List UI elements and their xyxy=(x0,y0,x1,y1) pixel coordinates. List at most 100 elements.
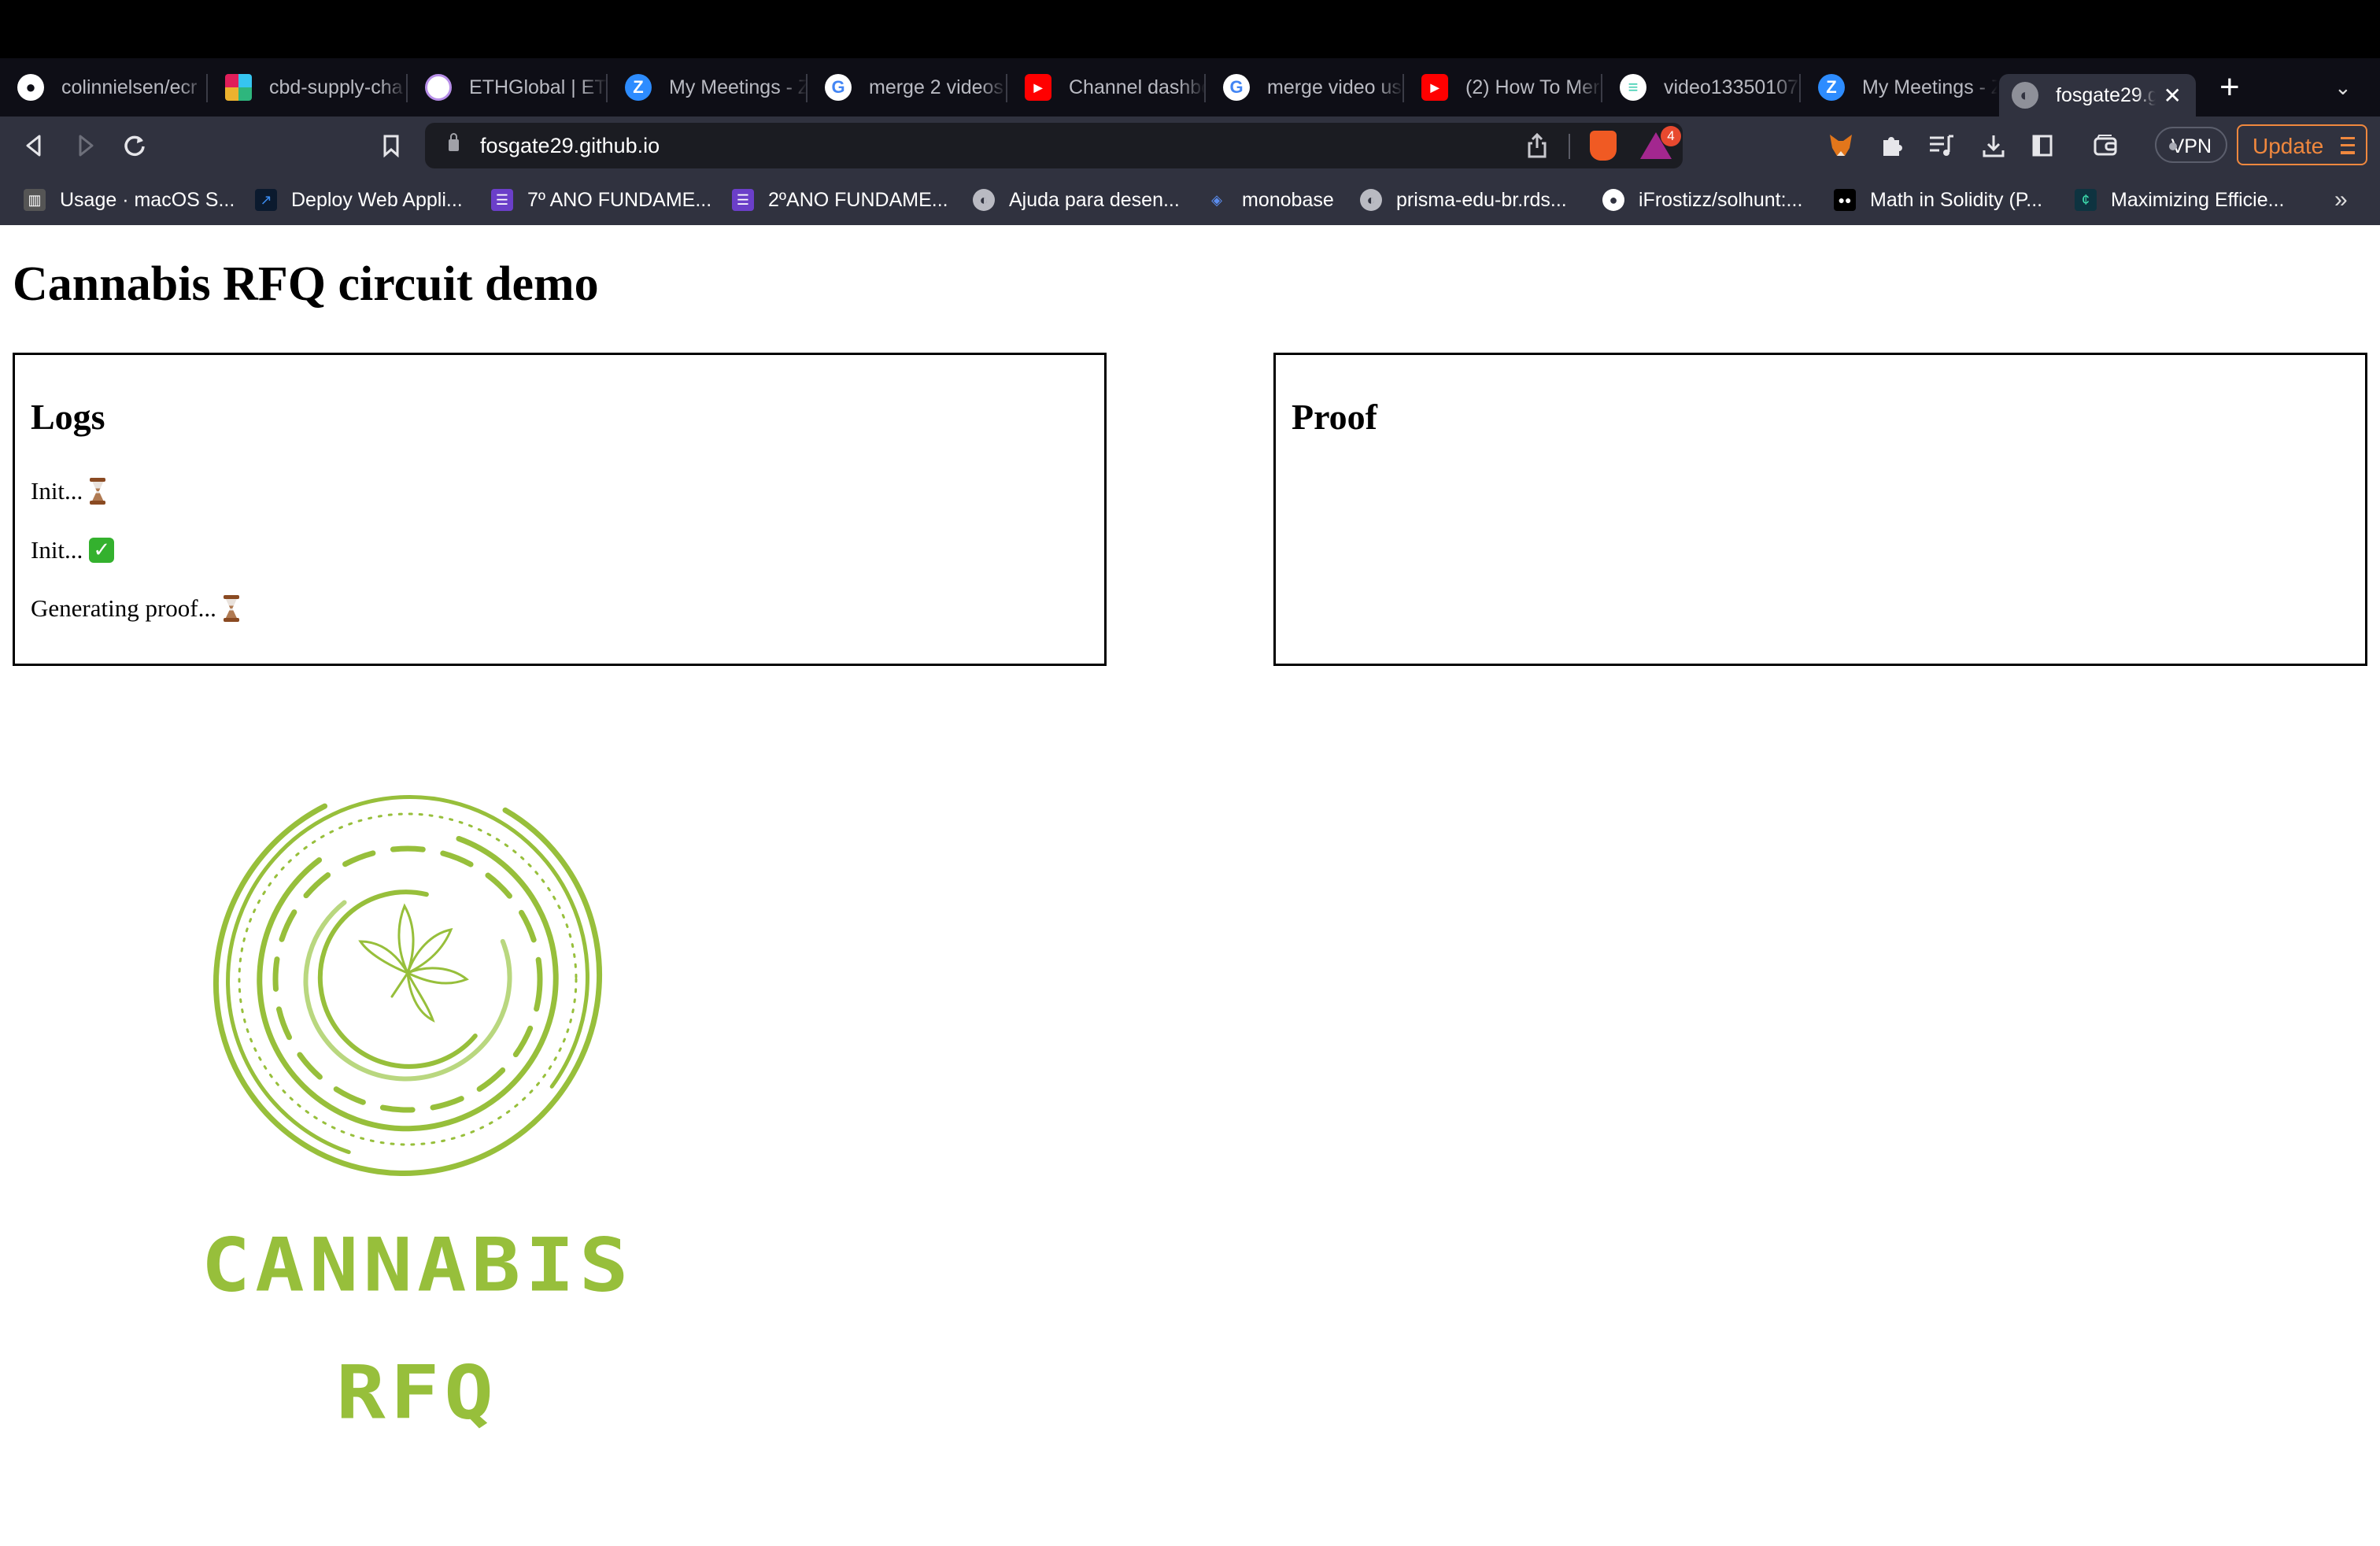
proof-heading: Proof xyxy=(1292,397,1378,437)
tab[interactable]: Z My Meetings - Z xyxy=(1801,58,1998,117)
update-button[interactable]: Update xyxy=(2237,124,2367,165)
tab[interactable]: G merge video usi xyxy=(1206,58,1404,117)
rocket-icon: ↗ xyxy=(255,189,277,211)
close-tab-icon[interactable]: ✕ xyxy=(2164,83,2182,109)
tab-title: cbd-supply-cha xyxy=(269,76,403,98)
globe-icon: ◐ xyxy=(973,189,995,211)
bookmark-item[interactable]: ☰ 7º ANO FUNDAME... xyxy=(491,175,711,225)
bookmark-item[interactable]: ▥ Usage · macOS S... xyxy=(24,175,235,225)
tab[interactable]: ETHGlobal | ETH xyxy=(408,58,608,117)
bookmark-label: Maximizing Efficie... xyxy=(2111,188,2285,211)
google-icon: G xyxy=(825,74,852,101)
vpn-button[interactable]: VPN xyxy=(2155,127,2227,163)
bookmark-label: 7º ANO FUNDAME... xyxy=(527,188,712,211)
tab-title: ETHGlobal | ETH xyxy=(469,76,608,98)
layers-icon: ◈ xyxy=(1211,191,1222,208)
address-bar[interactable]: fosgate29.github.io 4 xyxy=(425,123,1683,168)
globe-icon: ◐ xyxy=(1360,189,1382,211)
bookmark-item[interactable]: ¢ Maximizing Efficie... xyxy=(2075,175,2284,225)
youtube-icon: ▶ xyxy=(1025,74,1051,101)
google-icon: G xyxy=(1223,74,1250,101)
logo-text-cannabis: CANNABIS xyxy=(201,1222,634,1308)
bookmark-label: 2ºANO FUNDAME... xyxy=(768,188,948,211)
reload-button[interactable] xyxy=(118,129,151,162)
toolbar: fosgate29.github.io 4 VPN Update xyxy=(0,117,2380,175)
cannabis-rfq-logo: CANNABIS RFQ xyxy=(142,776,693,1437)
divider xyxy=(1569,134,1570,159)
tab[interactable]: cbd-supply-cha xyxy=(208,58,408,117)
tab[interactable]: ≡ video13350107 xyxy=(1602,58,1801,117)
tab[interactable]: G merge 2 videos xyxy=(808,58,1007,117)
wallet-icon[interactable] xyxy=(2089,129,2122,162)
tab-title: merge video usi xyxy=(1267,76,1404,98)
bookmark-item[interactable]: ◈ monobase xyxy=(1206,175,1334,225)
bookmark-item[interactable]: ●● Math in Solidity (P... xyxy=(1834,175,2042,225)
back-arrow-icon xyxy=(26,135,41,157)
page-content: Cannabis RFQ circuit demo Logs Init... I… xyxy=(0,225,2380,1546)
tab[interactable]: ▶ Channel dashbo xyxy=(1007,58,1206,117)
bookmark-label: Deploy Web Appli... xyxy=(291,188,463,211)
book-icon: ▥ xyxy=(24,189,46,211)
globe-icon: ◐ xyxy=(2012,82,2038,109)
slack-icon xyxy=(225,74,252,101)
forward-button[interactable] xyxy=(69,129,102,162)
tab[interactable]: ▶ (2) How To Mer xyxy=(1404,58,1602,117)
medium-icon: ●● xyxy=(1834,189,1856,211)
logo-emblem-icon xyxy=(213,782,603,1177)
bookmark-item[interactable]: ● iFrostizz/solhunt:... xyxy=(1602,175,1802,225)
tab-title: merge 2 videos xyxy=(869,76,1003,98)
tab-active[interactable]: ◐ fosgate29.g ✕ xyxy=(1999,74,2196,117)
tab-title: Channel dashbo xyxy=(1069,76,1206,98)
bookmark-label: Ajuda para desen... xyxy=(1009,188,1180,211)
github-icon: ● xyxy=(1602,189,1624,211)
bookmark-label: Usage · macOS S... xyxy=(60,188,235,211)
bookmark-item[interactable]: ☰ 2ºANO FUNDAME... xyxy=(732,175,948,225)
url-text[interactable]: fosgate29.github.io xyxy=(480,123,660,168)
metamask-icon[interactable] xyxy=(1824,129,1857,162)
tab-title: fosgate29.g xyxy=(2056,83,2156,106)
log-line: Init... xyxy=(31,477,106,505)
logs-panel: Logs Init... Init... ✓ Generating proof.… xyxy=(13,353,1107,666)
brave-shields-icon[interactable] xyxy=(1590,131,1617,161)
log-line: Init... ✓ xyxy=(31,536,115,564)
bookmark-item[interactable]: ↗ Deploy Web Appli... xyxy=(255,175,463,225)
back-button[interactable] xyxy=(17,129,50,162)
bookmark-item[interactable]: ◐ Ajuda para desen... xyxy=(973,175,1180,225)
tab[interactable]: Z My Meetings - Z xyxy=(608,58,808,117)
playlist-icon[interactable] xyxy=(1925,129,1958,162)
tab-title: video13350107 xyxy=(1664,76,1798,98)
logo-text-rfq: RFQ xyxy=(336,1349,498,1436)
window-top-bar xyxy=(0,0,2380,58)
rewards-badge: 4 xyxy=(1661,126,1681,146)
bookmark-item[interactable]: ◐ prisma-edu-br.rds... xyxy=(1360,175,1567,225)
bookmark-button[interactable] xyxy=(375,129,408,162)
share-icon[interactable] xyxy=(1527,132,1547,163)
proof-panel: Proof xyxy=(1273,353,2367,666)
update-label: Update xyxy=(2252,134,2324,158)
extensions-icon[interactable] xyxy=(1875,129,1908,162)
download-icon[interactable] xyxy=(1977,129,2010,162)
zoom-icon: Z xyxy=(625,74,652,101)
bookmark-label: iFrostizz/solhunt:... xyxy=(1639,188,1803,211)
tab[interactable]: ● colinnielsen/ecr xyxy=(0,58,208,117)
tab-title: colinnielsen/ecr xyxy=(61,76,198,98)
forms-icon: ☰ xyxy=(732,189,754,211)
hourglass-icon xyxy=(223,595,240,622)
bookmarks-bar: ▥ Usage · macOS S... ↗ Deploy Web Appli.… xyxy=(0,175,2380,225)
tab-strip: ● colinnielsen/ecr cbd-supply-cha ETHGlo… xyxy=(0,58,2380,117)
tab-title: My Meetings - Z xyxy=(1862,76,1998,98)
youtube-icon: ▶ xyxy=(1421,74,1448,101)
tab-title: (2) How To Mer xyxy=(1465,76,1600,98)
github-icon: ● xyxy=(17,74,44,101)
page-title: Cannabis RFQ circuit demo xyxy=(13,257,599,311)
logs-heading: Logs xyxy=(31,397,105,437)
more-bookmarks-button[interactable]: » xyxy=(2334,175,2348,225)
zoom-icon: Z xyxy=(1818,74,1845,101)
bookmark-icon xyxy=(383,135,399,157)
hourglass-icon xyxy=(89,478,106,505)
log-text: Generating proof... xyxy=(31,594,216,622)
sidebar-icon[interactable] xyxy=(2026,129,2059,162)
new-tab-button[interactable]: + xyxy=(2219,58,2240,117)
tab-list-chevron-icon[interactable]: ⌄ xyxy=(2334,58,2352,117)
tab-title: My Meetings - Z xyxy=(669,76,808,98)
